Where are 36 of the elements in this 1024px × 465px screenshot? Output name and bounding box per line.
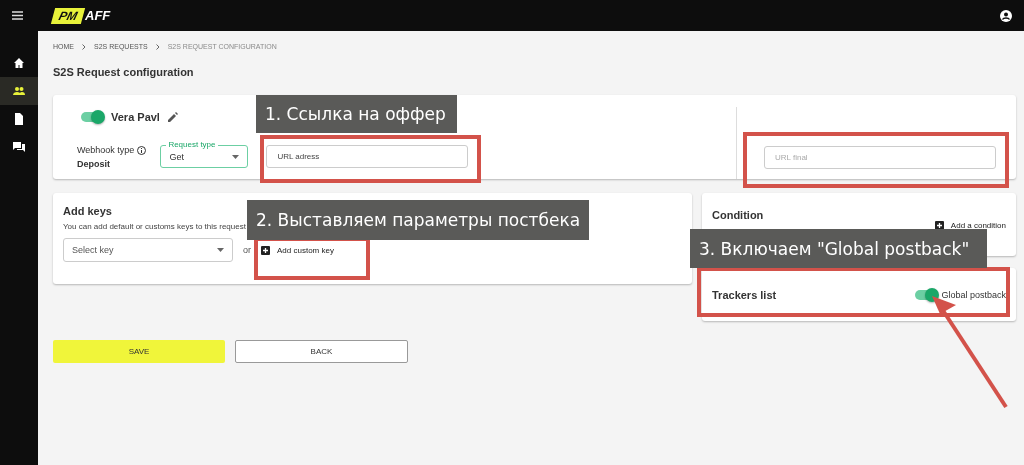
annotation-label: 1. Ссылка на оффер xyxy=(256,95,457,133)
annotation-label: 3. Включаем "Global postback" xyxy=(690,229,987,268)
webhook-type-value: Deposit xyxy=(77,159,111,169)
account-icon[interactable] xyxy=(1000,9,1012,22)
url-input-field[interactable]: URL adress xyxy=(266,145,469,168)
global-postback-label: Global postback xyxy=(941,289,1006,300)
plus-icon xyxy=(261,245,270,255)
global-postback-toggle[interactable] xyxy=(915,289,938,300)
condition-title: Condition xyxy=(712,209,764,221)
home-icon xyxy=(13,57,25,69)
dropdown-caret-icon xyxy=(217,248,224,252)
or-text: or xyxy=(243,245,251,255)
url-final-input-field[interactable]: URL final xyxy=(764,146,996,169)
people-icon xyxy=(13,85,25,97)
document-icon xyxy=(13,113,25,125)
info-icon xyxy=(137,145,147,155)
page-title: S2S Request configuration xyxy=(53,66,195,78)
trackers-title: Trackers list xyxy=(712,288,777,301)
logo: PM AFF xyxy=(53,7,111,24)
enable-toggle[interactable] xyxy=(81,112,103,122)
menu-icon[interactable] xyxy=(12,11,23,20)
select-key-dropdown[interactable]: Select key xyxy=(63,238,233,262)
sidebar-item[interactable] xyxy=(0,77,38,105)
add-keys-description: You can add default or customs keys to this request xyxy=(63,222,246,231)
chevron-icon xyxy=(82,43,86,50)
annotation-label: 2. Выставляем параметры постбека xyxy=(247,200,590,240)
add-custom-key-button[interactable]: Add custom key xyxy=(261,245,334,255)
request-name: Vera Pavl xyxy=(111,111,160,123)
webhook-type-label: Webhook type xyxy=(77,145,135,155)
chevron-icon xyxy=(155,43,160,50)
back-button[interactable]: BACK xyxy=(235,340,408,363)
add-keys-title: Add keys xyxy=(63,205,112,217)
save-button[interactable]: SAVE xyxy=(53,340,225,363)
edit-icon[interactable] xyxy=(167,112,178,122)
chat-icon xyxy=(13,141,25,153)
dropdown-caret-icon xyxy=(232,154,240,159)
